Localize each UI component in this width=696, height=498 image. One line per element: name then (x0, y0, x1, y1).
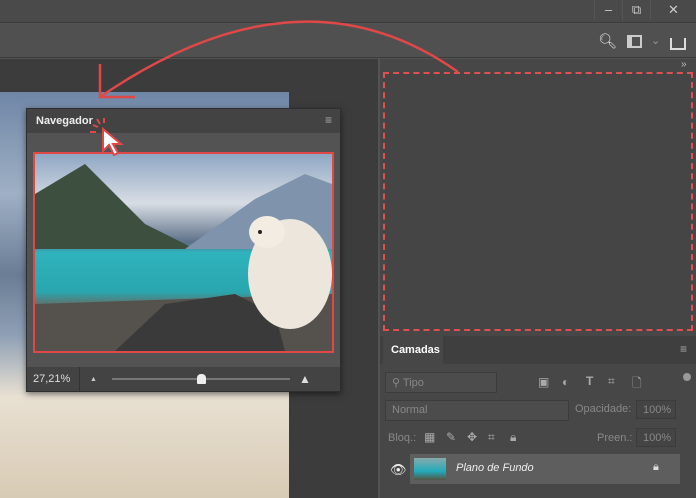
blend-mode-select[interactable]: Normal (385, 400, 569, 421)
panel-menu-icon[interactable]: ≡ (680, 342, 687, 356)
pixel-filter-icon[interactable]: ▣ (538, 375, 549, 389)
lock-label: Bloq.: (388, 432, 417, 444)
shape-filter-icon[interactable]: ⌗ (608, 374, 615, 389)
lock-all-icon[interactable]: 🔒︎ (510, 430, 516, 445)
tab-camadas[interactable]: Camadas (383, 336, 443, 364)
filter-toggle[interactable] (683, 373, 691, 381)
layer-filter-select[interactable]: ⚲ Tipo (385, 372, 497, 393)
zoom-value[interactable]: 27,21% (33, 373, 70, 385)
navigator-title[interactable]: Navegador (36, 115, 93, 127)
fill-label: Preen.: (597, 432, 633, 444)
divider (79, 367, 80, 391)
opacity-label: Opacidade: (575, 403, 632, 415)
lock-position-move-icon[interactable]: ✥ (467, 430, 477, 444)
lock-artboard-icon[interactable]: ⌗ (488, 430, 495, 445)
lock-paint-brush-icon[interactable]: ✎ (446, 430, 456, 444)
opacity-input[interactable]: 100% (636, 400, 676, 419)
layer-name[interactable]: Plano de Fundo (456, 462, 534, 474)
lock-transparent-icon[interactable]: ▦ (424, 430, 435, 444)
smart-object-filter-icon[interactable]: 🗋︎ (632, 374, 642, 395)
preview-scene (35, 164, 332, 351)
layer-thumbnail (414, 458, 446, 480)
navigator-panel: Navegador ≡ 27,21% ▲ ▲ (26, 108, 341, 392)
filter-placeholder: Tipo (402, 377, 424, 389)
layer-row[interactable]: Plano de Fundo 🔒︎ (410, 454, 680, 484)
navigator-header[interactable]: Navegador ≡ (27, 109, 340, 133)
zoom-in-icon[interactable]: ▲ (299, 372, 311, 386)
navigator-preview[interactable] (33, 152, 334, 353)
navigator-footer: 27,21% ▲ ▲ (27, 367, 340, 391)
cursor-click-icon (90, 118, 124, 157)
zoom-slider-thumb[interactable] (197, 374, 206, 384)
fill-input[interactable]: 100% (636, 428, 676, 447)
adjustment-filter-icon[interactable]: ◐ (562, 375, 569, 389)
panel-menu-icon[interactable]: ≡ (325, 113, 332, 127)
type-filter-icon[interactable]: T (586, 374, 593, 388)
visibility-eye-icon[interactable]: 👁︎ (390, 462, 407, 478)
layer-lock-icon[interactable]: 🔒︎ (653, 461, 659, 474)
zoom-out-icon[interactable]: ▲ (90, 376, 97, 383)
